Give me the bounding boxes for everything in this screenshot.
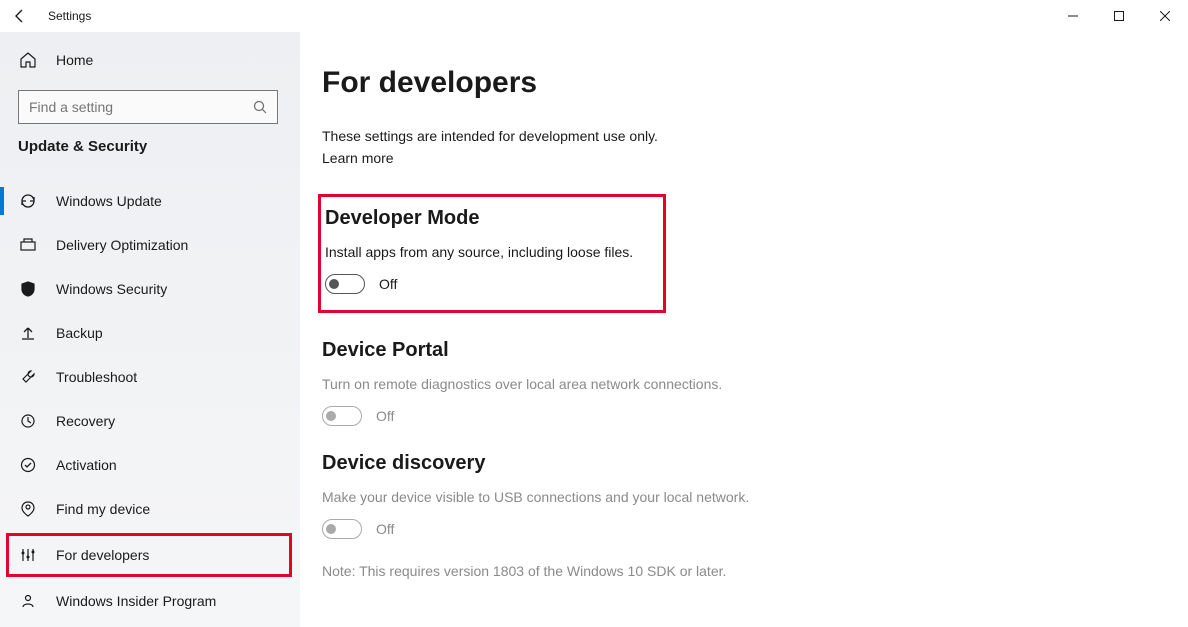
sidebar-item-find-my-device[interactable]: Find my device xyxy=(0,487,300,531)
home-icon xyxy=(18,50,38,70)
minimize-button[interactable] xyxy=(1050,0,1096,32)
sidebar-item-label: Windows Insider Program xyxy=(56,593,216,609)
window-controls xyxy=(1050,0,1188,32)
check-circle-icon xyxy=(18,455,38,475)
developer-mode-desc: Install apps from any source, including … xyxy=(325,244,649,260)
maximize-button[interactable] xyxy=(1096,0,1142,32)
delivery-icon xyxy=(18,235,38,255)
sidebar-item-label: For developers xyxy=(56,547,149,563)
sidebar-item-backup[interactable]: Backup xyxy=(0,311,300,355)
window-title: Settings xyxy=(48,9,91,23)
device-portal-toggle xyxy=(322,406,362,426)
sidebar-item-home[interactable]: Home xyxy=(0,38,300,82)
sidebar-item-label: Activation xyxy=(56,457,117,473)
wrench-icon xyxy=(18,367,38,387)
close-icon xyxy=(1160,11,1170,21)
sidebar: Home Update & Security Windows Update De… xyxy=(0,32,300,627)
device-discovery-toggle xyxy=(322,519,362,539)
sidebar-item-label: Delivery Optimization xyxy=(56,237,188,253)
shield-icon xyxy=(18,279,38,299)
search-icon xyxy=(253,100,267,114)
developer-mode-heading: Developer Mode xyxy=(325,207,649,230)
titlebar: Settings xyxy=(0,0,1188,32)
sidebar-item-label: Windows Security xyxy=(56,281,167,297)
sidebar-item-label: Backup xyxy=(56,325,103,341)
page-title: For developers xyxy=(322,66,1188,100)
sidebar-category: Update & Security xyxy=(0,138,300,169)
location-icon xyxy=(18,499,38,519)
sidebar-item-windows-security[interactable]: Windows Security xyxy=(0,267,300,311)
sidebar-item-label: Home xyxy=(56,52,93,68)
sidebar-item-for-developers[interactable]: For developers xyxy=(6,533,292,577)
device-discovery-note: Note: This requires version 1803 of the … xyxy=(322,563,1188,579)
insider-icon xyxy=(18,591,38,611)
developer-mode-section: Developer Mode Install apps from any sou… xyxy=(318,194,666,313)
recovery-icon xyxy=(18,411,38,431)
sidebar-item-windows-insider[interactable]: Windows Insider Program xyxy=(0,579,300,623)
main-content: For developers These settings are intend… xyxy=(300,32,1188,627)
device-discovery-desc: Make your device visible to USB connecti… xyxy=(322,489,1188,505)
device-portal-desc: Turn on remote diagnostics over local ar… xyxy=(322,376,1188,392)
close-button[interactable] xyxy=(1142,0,1188,32)
search-input-wrap[interactable] xyxy=(18,90,278,124)
device-portal-section: Device Portal Turn on remote diagnostics… xyxy=(322,339,1188,426)
search-input[interactable] xyxy=(29,99,229,115)
sidebar-item-windows-update[interactable]: Windows Update xyxy=(0,179,300,223)
device-discovery-state: Off xyxy=(376,521,394,537)
learn-more-link[interactable]: Learn more xyxy=(322,150,1188,166)
minimize-icon xyxy=(1068,11,1078,21)
sidebar-item-label: Recovery xyxy=(56,413,115,429)
device-portal-state: Off xyxy=(376,408,394,424)
intro-text: These settings are intended for developm… xyxy=(322,128,1188,144)
backup-icon xyxy=(18,323,38,343)
sidebar-item-delivery-optimization[interactable]: Delivery Optimization xyxy=(0,223,300,267)
sync-icon xyxy=(18,191,38,211)
sliders-icon xyxy=(18,545,38,565)
device-portal-heading: Device Portal xyxy=(322,339,1188,362)
sidebar-item-label: Find my device xyxy=(56,501,150,517)
device-discovery-section: Device discovery Make your device visibl… xyxy=(322,452,1188,579)
developer-mode-state: Off xyxy=(379,276,397,292)
maximize-icon xyxy=(1114,11,1124,21)
arrow-left-icon xyxy=(12,8,28,24)
device-discovery-heading: Device discovery xyxy=(322,452,1188,475)
sidebar-item-troubleshoot[interactable]: Troubleshoot xyxy=(0,355,300,399)
sidebar-item-label: Windows Update xyxy=(56,193,162,209)
sidebar-item-recovery[interactable]: Recovery xyxy=(0,399,300,443)
back-button[interactable] xyxy=(0,0,40,32)
sidebar-item-label: Troubleshoot xyxy=(56,369,137,385)
developer-mode-toggle[interactable] xyxy=(325,274,365,294)
sidebar-item-activation[interactable]: Activation xyxy=(0,443,300,487)
